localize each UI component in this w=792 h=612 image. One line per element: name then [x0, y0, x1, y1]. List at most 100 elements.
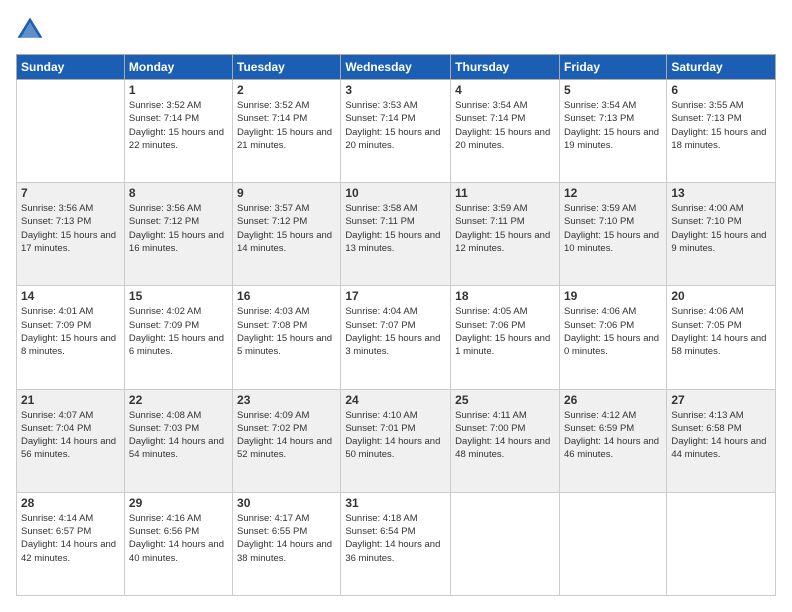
day-number: 5 — [564, 83, 662, 97]
day-cell: 12 Sunrise: 3:59 AMSunset: 7:10 PMDayligh… — [559, 183, 666, 286]
day-info: Sunrise: 4:09 AMSunset: 7:02 PMDaylight:… — [237, 409, 336, 462]
day-cell: 9 Sunrise: 3:57 AMSunset: 7:12 PMDaylight… — [233, 183, 341, 286]
week-row-5: 28Sunrise: 4:14 AMSunset: 6:57 PMDayligh… — [17, 492, 776, 595]
day-info: Sunrise: 4:00 AMSunset: 7:10 PMDaylight:… — [671, 202, 771, 255]
day-info: Sunrise: 4:08 AMSunset: 7:03 PMDaylight:… — [129, 409, 228, 462]
day-number: 6 — [671, 83, 771, 97]
day-cell: 4 Sunrise: 3:54 AMSunset: 7:14 PMDaylight… — [451, 80, 560, 183]
day-cell: 13 Sunrise: 4:00 AMSunset: 7:10 PMDayligh… — [667, 183, 776, 286]
day-info: Sunrise: 4:17 AMSunset: 6:55 PMDaylight:… — [237, 512, 336, 565]
day-number: 13 — [671, 186, 771, 200]
day-number: 12 — [564, 186, 662, 200]
weekday-header-monday: Monday — [124, 55, 232, 80]
day-number: 22 — [129, 393, 228, 407]
day-info: Sunrise: 4:16 AMSunset: 6:56 PMDaylight:… — [129, 512, 228, 565]
day-info: Sunrise: 3:52 AMSunset: 7:14 PMDaylight:… — [237, 99, 336, 152]
day-number: 3 — [345, 83, 446, 97]
calendar: SundayMondayTuesdayWednesdayThursdayFrid… — [16, 54, 776, 596]
day-info: Sunrise: 4:11 AMSunset: 7:00 PMDaylight:… — [455, 409, 555, 462]
day-number: 8 — [129, 186, 228, 200]
day-number: 20 — [671, 289, 771, 303]
day-info: Sunrise: 4:18 AMSunset: 6:54 PMDaylight:… — [345, 512, 446, 565]
day-number: 15 — [129, 289, 228, 303]
day-number: 17 — [345, 289, 446, 303]
day-info: Sunrise: 3:55 AMSunset: 7:13 PMDaylight:… — [671, 99, 771, 152]
week-row-3: 14 Sunrise: 4:01 AMSunset: 7:09 PMDayligh… — [17, 286, 776, 389]
weekday-header-friday: Friday — [559, 55, 666, 80]
day-info: Sunrise: 3:52 AMSunset: 7:14 PMDaylight:… — [129, 99, 228, 152]
day-cell — [559, 492, 666, 595]
day-number: 19 — [564, 289, 662, 303]
day-number: 16 — [237, 289, 336, 303]
day-cell: 28Sunrise: 4:14 AMSunset: 6:57 PMDayligh… — [17, 492, 125, 595]
weekday-header-sunday: Sunday — [17, 55, 125, 80]
day-cell: 23Sunrise: 4:09 AMSunset: 7:02 PMDayligh… — [233, 389, 341, 492]
day-cell: 31 Sunrise: 4:18 AMSunset: 6:54 PMDayligh… — [341, 492, 451, 595]
day-cell — [667, 492, 776, 595]
day-cell: 24 Sunrise: 4:10 AMSunset: 7:01 PMDayligh… — [341, 389, 451, 492]
weekday-header-saturday: Saturday — [667, 55, 776, 80]
day-number: 9 — [237, 186, 336, 200]
day-number: 1 — [129, 83, 228, 97]
day-number: 21 — [21, 393, 120, 407]
day-cell: 1 Sunrise: 3:52 AMSunset: 7:14 PMDaylight… — [124, 80, 232, 183]
day-cell: 22 Sunrise: 4:08 AMSunset: 7:03 PMDayligh… — [124, 389, 232, 492]
week-row-4: 21 Sunrise: 4:07 AMSunset: 7:04 PMDayligh… — [17, 389, 776, 492]
day-cell: 21 Sunrise: 4:07 AMSunset: 7:04 PMDayligh… — [17, 389, 125, 492]
day-info: Sunrise: 4:12 AMSunset: 6:59 PMDaylight:… — [564, 409, 662, 462]
day-cell: 6 Sunrise: 3:55 AMSunset: 7:13 PMDaylight… — [667, 80, 776, 183]
day-cell: 16 Sunrise: 4:03 AMSunset: 7:08 PMDayligh… — [233, 286, 341, 389]
day-info: Sunrise: 3:54 AMSunset: 7:13 PMDaylight:… — [564, 99, 662, 152]
day-cell: 15 Sunrise: 4:02 AMSunset: 7:09 PMDayligh… — [124, 286, 232, 389]
day-cell: 19 Sunrise: 4:06 AMSunset: 7:06 PMDayligh… — [559, 286, 666, 389]
day-info: Sunrise: 4:06 AMSunset: 7:06 PMDaylight:… — [564, 305, 662, 358]
day-info: Sunrise: 3:54 AMSunset: 7:14 PMDaylight:… — [455, 99, 555, 152]
day-info: Sunrise: 3:56 AMSunset: 7:12 PMDaylight:… — [129, 202, 228, 255]
day-cell: 8 Sunrise: 3:56 AMSunset: 7:12 PMDaylight… — [124, 183, 232, 286]
day-number: 2 — [237, 83, 336, 97]
week-row-2: 7 Sunrise: 3:56 AMSunset: 7:13 PMDaylight… — [17, 183, 776, 286]
day-info: Sunrise: 4:03 AMSunset: 7:08 PMDaylight:… — [237, 305, 336, 358]
day-number: 27 — [671, 393, 771, 407]
day-cell: 27 Sunrise: 4:13 AMSunset: 6:58 PMDayligh… — [667, 389, 776, 492]
day-info: Sunrise: 4:13 AMSunset: 6:58 PMDaylight:… — [671, 409, 771, 462]
day-info: Sunrise: 4:07 AMSunset: 7:04 PMDaylight:… — [21, 409, 120, 462]
day-cell: 10Sunrise: 3:58 AMSunset: 7:11 PMDayligh… — [341, 183, 451, 286]
day-number: 11 — [455, 186, 555, 200]
day-number: 30 — [237, 496, 336, 510]
header — [16, 16, 776, 44]
day-info: Sunrise: 3:58 AMSunset: 7:11 PMDaylight:… — [345, 202, 446, 255]
day-number: 26 — [564, 393, 662, 407]
day-cell: 29 Sunrise: 4:16 AMSunset: 6:56 PMDayligh… — [124, 492, 232, 595]
day-cell: 11Sunrise: 3:59 AMSunset: 7:11 PMDayligh… — [451, 183, 560, 286]
day-cell: 20 Sunrise: 4:06 AMSunset: 7:05 PMDayligh… — [667, 286, 776, 389]
logo-icon — [16, 16, 44, 44]
day-cell: 25 Sunrise: 4:11 AMSunset: 7:00 PMDayligh… — [451, 389, 560, 492]
day-info: Sunrise: 3:53 AMSunset: 7:14 PMDaylight:… — [345, 99, 446, 152]
day-number: 14 — [21, 289, 120, 303]
day-info: Sunrise: 4:14 AMSunset: 6:57 PMDaylight:… — [21, 512, 120, 565]
day-cell: 14 Sunrise: 4:01 AMSunset: 7:09 PMDayligh… — [17, 286, 125, 389]
day-cell: 7 Sunrise: 3:56 AMSunset: 7:13 PMDaylight… — [17, 183, 125, 286]
weekday-header-tuesday: Tuesday — [233, 55, 341, 80]
day-info: Sunrise: 3:57 AMSunset: 7:12 PMDaylight:… — [237, 202, 336, 255]
day-info: Sunrise: 4:10 AMSunset: 7:01 PMDaylight:… — [345, 409, 446, 462]
day-info: Sunrise: 3:56 AMSunset: 7:13 PMDaylight:… — [21, 202, 120, 255]
day-cell: 2 Sunrise: 3:52 AMSunset: 7:14 PMDaylight… — [233, 80, 341, 183]
day-number: 29 — [129, 496, 228, 510]
day-cell: 18Sunrise: 4:05 AMSunset: 7:06 PMDayligh… — [451, 286, 560, 389]
weekday-header-wednesday: Wednesday — [341, 55, 451, 80]
weekday-header-row: SundayMondayTuesdayWednesdayThursdayFrid… — [17, 55, 776, 80]
day-cell — [17, 80, 125, 183]
day-info: Sunrise: 4:02 AMSunset: 7:09 PMDaylight:… — [129, 305, 228, 358]
logo — [16, 16, 46, 44]
day-info: Sunrise: 4:06 AMSunset: 7:05 PMDaylight:… — [671, 305, 771, 358]
day-number: 4 — [455, 83, 555, 97]
day-info: Sunrise: 4:01 AMSunset: 7:09 PMDaylight:… — [21, 305, 120, 358]
day-info: Sunrise: 4:05 AMSunset: 7:06 PMDaylight:… — [455, 305, 555, 358]
day-number: 24 — [345, 393, 446, 407]
day-number: 7 — [21, 186, 120, 200]
day-number: 31 — [345, 496, 446, 510]
day-info: Sunrise: 3:59 AMSunset: 7:10 PMDaylight:… — [564, 202, 662, 255]
day-number: 25 — [455, 393, 555, 407]
